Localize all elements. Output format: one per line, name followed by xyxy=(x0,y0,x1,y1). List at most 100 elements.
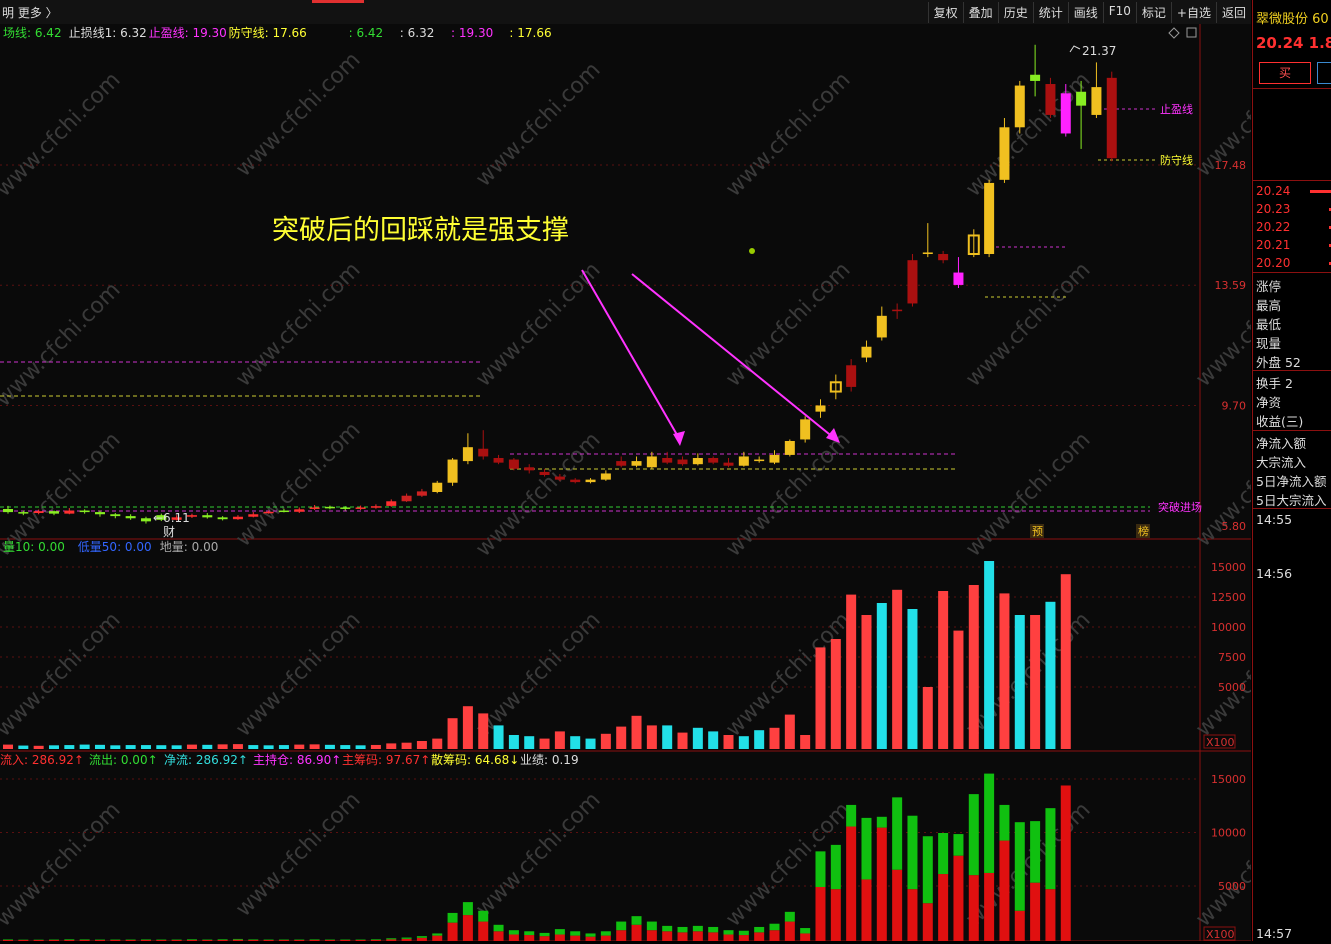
volume-bar xyxy=(248,745,258,749)
candle-body xyxy=(984,183,994,254)
inflow-bar xyxy=(907,889,917,941)
outflow-bar xyxy=(64,939,74,940)
volume-bar xyxy=(417,741,427,749)
toolbar-button-1[interactable]: 叠加 xyxy=(963,2,998,23)
toolbar-button-2[interactable]: 历史 xyxy=(998,2,1033,23)
volume-bar xyxy=(1045,602,1055,749)
outflow-bar xyxy=(693,926,703,931)
candle-body xyxy=(846,365,856,387)
annotation-text: 突破后的回踩就是强支撑 xyxy=(272,215,569,246)
outflow-bar xyxy=(953,834,963,856)
volume-bar xyxy=(187,745,197,749)
legend-item: 净流: 286.92↑ xyxy=(164,753,248,767)
y-tick-label: 5000 xyxy=(1218,880,1246,893)
period-more-menu[interactable]: 明 更多 〉 xyxy=(2,4,58,21)
outflow-bar xyxy=(586,933,596,936)
outflow-bar xyxy=(463,902,473,915)
candle-body xyxy=(294,509,304,511)
top-bar: 明 更多 〉 复权叠加历史统计画线F10标记+自选返回 xyxy=(0,0,1251,25)
inflow-bar xyxy=(1045,889,1055,941)
toolbar-button-4[interactable]: 画线 xyxy=(1068,2,1103,23)
candle-body xyxy=(402,496,412,502)
toolbar-button-0[interactable]: 复权 xyxy=(928,2,963,23)
outflow-bar xyxy=(417,936,427,938)
quote-sidebar: 翠微股份 60 20.24 1.84 买 20.2420.2320.2220.2… xyxy=(1252,0,1331,941)
quote-field: 外盘 52 xyxy=(1256,352,1301,371)
toolbar-button-7[interactable]: +自选 xyxy=(1171,2,1216,23)
outflow-bar xyxy=(708,927,718,932)
inflow-bar xyxy=(524,935,534,941)
inflow-bar xyxy=(601,936,611,941)
candle-body xyxy=(218,517,228,519)
unit-label: X100 xyxy=(1206,736,1235,749)
inflow-bar xyxy=(647,930,657,941)
candle-body xyxy=(540,472,550,475)
quote-field: 净流入额 xyxy=(1256,433,1306,452)
volume-bar xyxy=(984,561,994,749)
candle-body xyxy=(1076,92,1086,106)
outflow-bar xyxy=(218,939,228,940)
volume-bar xyxy=(785,715,795,749)
volume-bar xyxy=(402,743,412,749)
legend-item: 散筹码: 64.68↓ xyxy=(431,752,519,767)
candle-body xyxy=(1091,87,1101,115)
quote-field: 5日净流入额 xyxy=(1256,471,1326,490)
volume-bar xyxy=(95,745,105,749)
outflow-bar xyxy=(233,939,243,940)
volume-bar xyxy=(3,745,13,749)
candle-body xyxy=(586,480,596,482)
kline-chart-svg[interactable]: www.cfchi.comwww.cfchi.comwww.cfchi.comw… xyxy=(0,24,1251,941)
outflow-bar xyxy=(907,816,917,889)
candle-body xyxy=(647,456,657,467)
candle-body xyxy=(509,460,519,469)
outflow-bar xyxy=(815,851,825,887)
inflow-bar xyxy=(969,875,979,941)
bang-marker: 榜 xyxy=(1138,524,1149,538)
legend-item: : 6.42 xyxy=(349,26,384,40)
inflow-bar xyxy=(938,874,948,941)
quote-field: 净资 xyxy=(1256,392,1281,411)
y-tick-label: 5000 xyxy=(1218,681,1246,694)
volume-bar xyxy=(172,745,182,749)
toolbar-button-5[interactable]: F10 xyxy=(1103,2,1136,23)
stop-profit-label: 止盈线 xyxy=(1160,102,1193,116)
volume-bar xyxy=(80,745,90,749)
volume-bar xyxy=(846,595,856,749)
candle-body xyxy=(448,460,458,483)
candle-body xyxy=(264,512,274,514)
volume-bar xyxy=(877,603,887,749)
volume-bar xyxy=(356,745,366,749)
outflow-bar xyxy=(616,922,626,931)
y-tick-label: 10000 xyxy=(1211,827,1246,840)
outflow-bar xyxy=(984,774,994,873)
buy-button[interactable]: 买 xyxy=(1259,62,1311,84)
order-book-volume-bar xyxy=(1310,190,1331,193)
outflow-bar xyxy=(141,939,151,940)
toolbar-button-6[interactable]: 标记 xyxy=(1136,2,1171,23)
sell-button[interactable] xyxy=(1317,62,1331,84)
volume-bar xyxy=(524,736,534,749)
inflow-bar xyxy=(815,887,825,941)
toolbar-button-8[interactable]: 返回 xyxy=(1216,2,1251,23)
volume-bar xyxy=(540,739,550,749)
candle-body xyxy=(953,273,963,285)
divider xyxy=(1253,180,1331,181)
candle-body xyxy=(310,507,320,509)
legend-item: 流入: 286.92↑ xyxy=(0,753,84,767)
inflow-bar xyxy=(632,925,642,941)
volume-bar xyxy=(448,718,458,749)
quote-field: 5日大宗流入 xyxy=(1256,490,1326,509)
y-tick-label: 9.70 xyxy=(1222,399,1247,412)
high-marker: 21.37 xyxy=(1082,44,1116,58)
toolbar-button-3[interactable]: 统计 xyxy=(1033,2,1068,23)
volume-bar xyxy=(34,746,44,749)
outflow-bar xyxy=(892,797,902,869)
divider xyxy=(1253,88,1331,89)
candle-body xyxy=(754,460,764,462)
outflow-bar xyxy=(678,927,688,932)
volume-bar xyxy=(969,585,979,749)
outflow-bar xyxy=(647,922,657,931)
candle-body xyxy=(877,316,887,338)
chart-area[interactable]: www.cfchi.comwww.cfchi.comwww.cfchi.comw… xyxy=(0,24,1251,941)
outflow-bar xyxy=(999,805,1009,841)
